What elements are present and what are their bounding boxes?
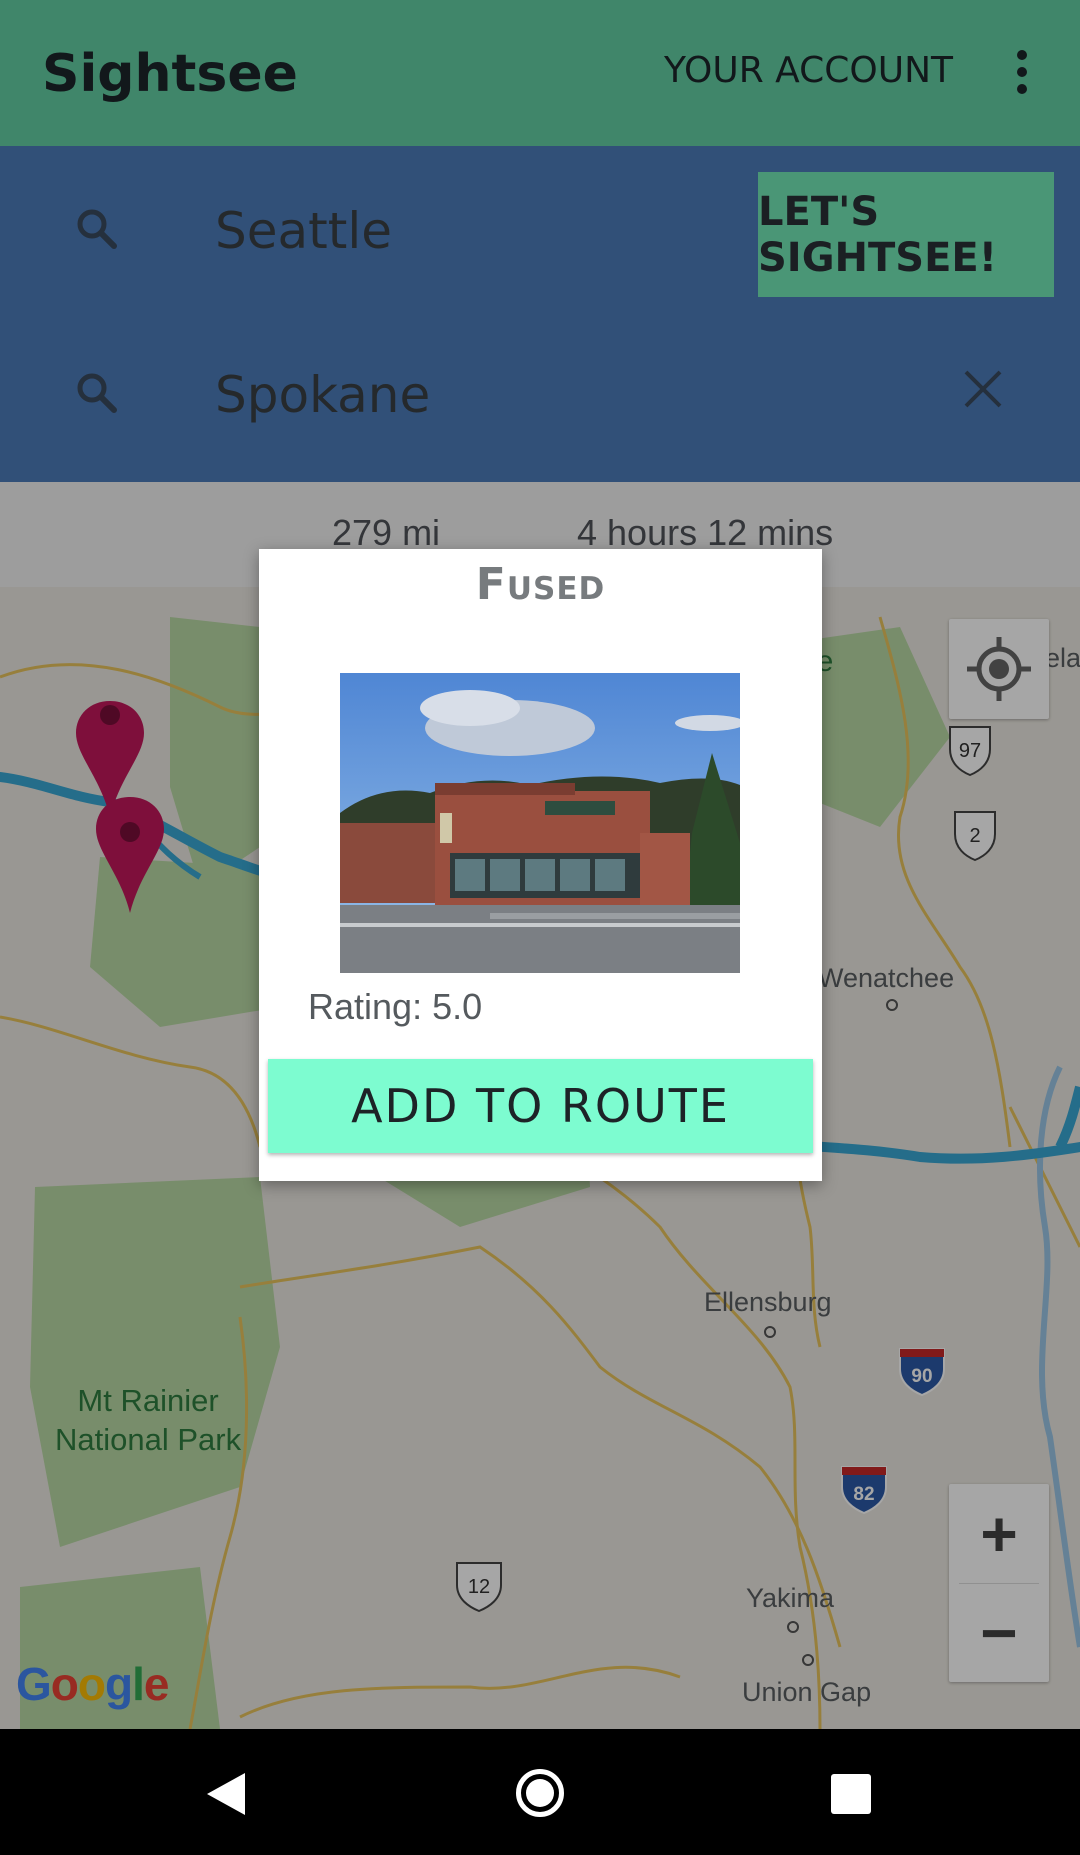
place-photo [340, 673, 740, 973]
place-name: Fused [475, 559, 606, 610]
place-dialog: Fused Rating: 5.0 ADD TO ROUTE [259, 549, 822, 1181]
dialog-scrim-top [0, 0, 1080, 146]
home-icon[interactable] [516, 1769, 564, 1817]
back-icon[interactable] [205, 1771, 247, 1817]
place-rating: Rating: 5.0 [308, 986, 483, 1027]
add-to-route-button[interactable]: ADD TO ROUTE [268, 1059, 813, 1153]
storefront-photo [340, 673, 740, 973]
system-nav-bar [0, 1729, 1080, 1855]
recents-icon[interactable] [831, 1774, 871, 1814]
